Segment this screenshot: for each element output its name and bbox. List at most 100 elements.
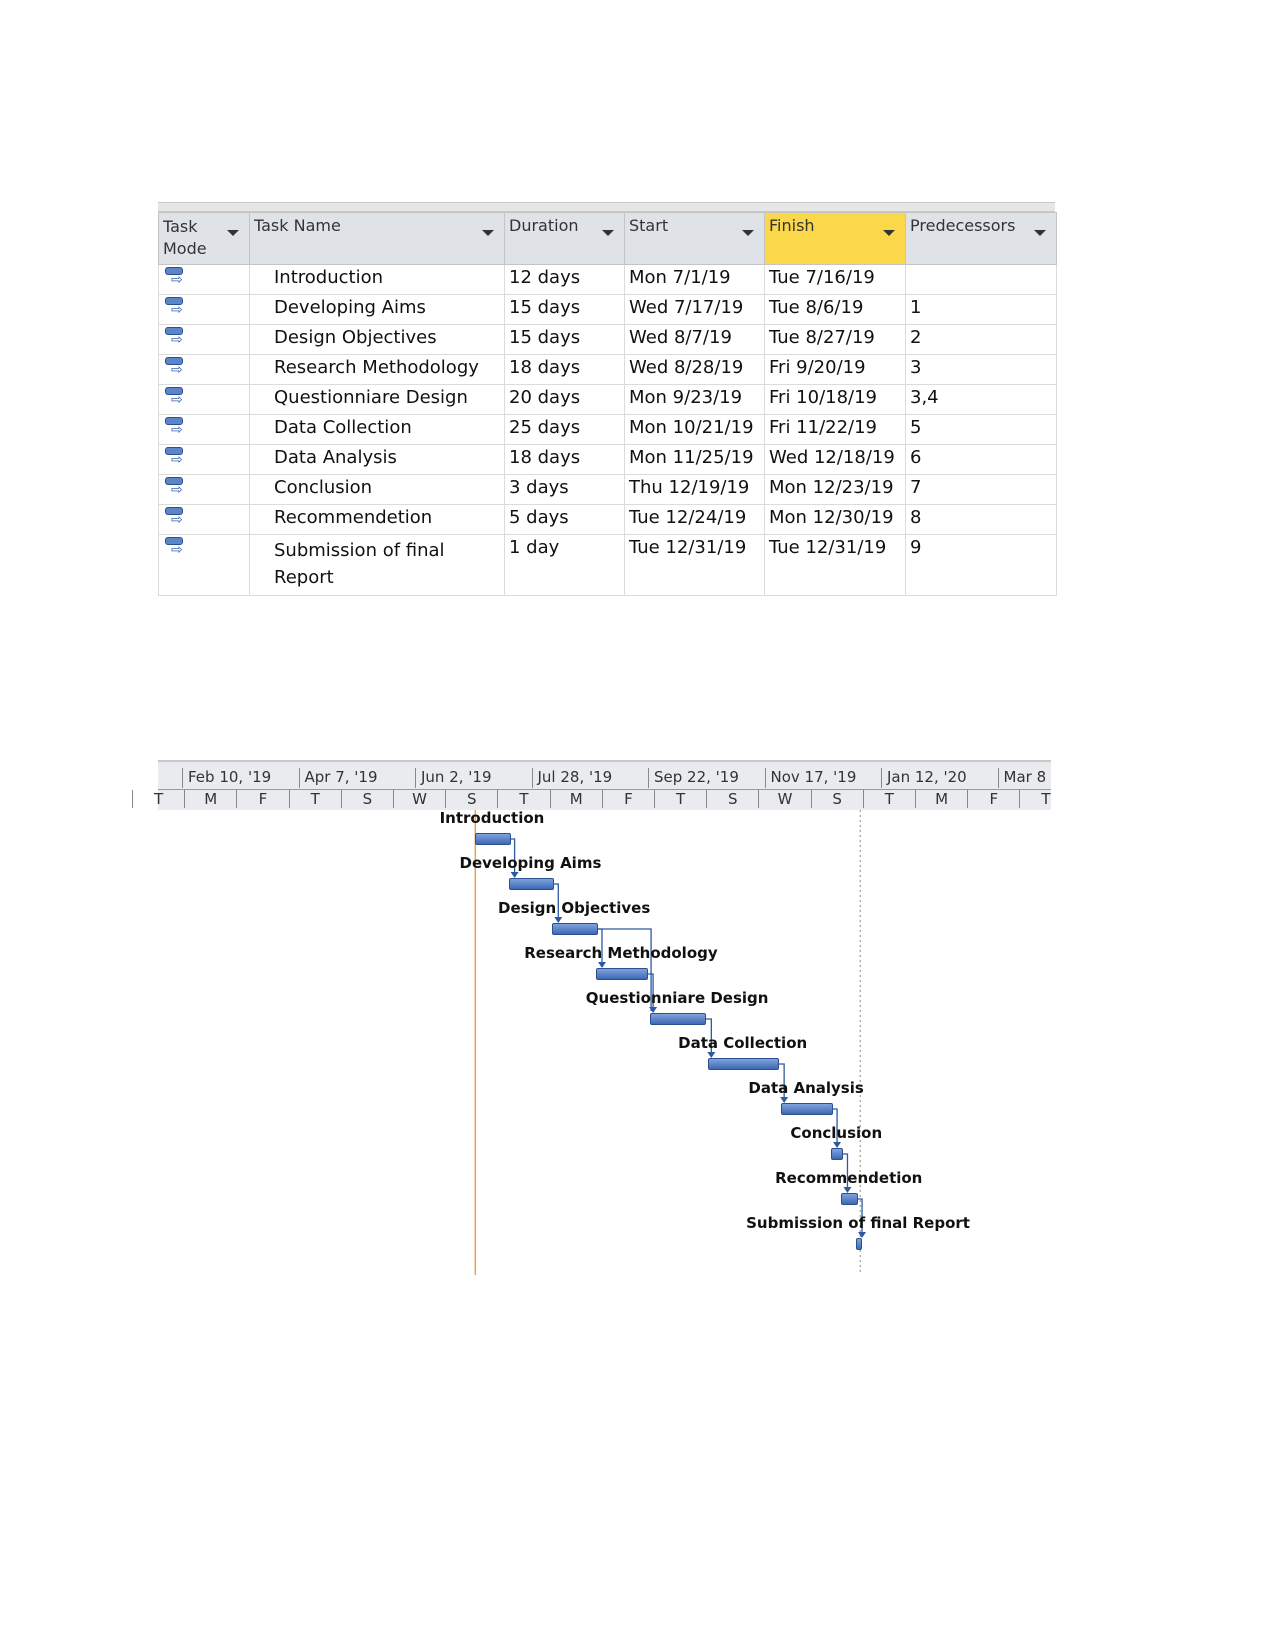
column-header-task-mode[interactable]: Task Mode: [158, 212, 250, 265]
start-cell[interactable]: Thu 12/19/19: [624, 474, 765, 505]
gantt-bar[interactable]: [781, 1103, 834, 1115]
gantt-bar-label: Data Collection: [678, 1034, 808, 1052]
start-cell[interactable]: Wed 7/17/19: [624, 294, 765, 325]
start-cell[interactable]: Mon 10/21/19: [624, 414, 765, 445]
duration-cell[interactable]: 18 days: [504, 444, 625, 475]
finish-cell[interactable]: Mon 12/23/19: [764, 474, 906, 505]
task-mode-cell[interactable]: ⇨: [158, 534, 250, 596]
gantt-bar[interactable]: [856, 1238, 863, 1250]
task-mode-cell[interactable]: ⇨: [158, 474, 250, 505]
finish-cell[interactable]: Fri 10/18/19: [764, 384, 906, 415]
table-row[interactable]: ⇨ Introduction 12 days Mon 7/1/19 Tue 7/16/1…: [158, 264, 1057, 295]
table-row[interactable]: ⇨ Conclusion 3 days Thu 12/19/19 Mon 12/23/1…: [158, 474, 1057, 505]
predecessors-cell[interactable]: 6: [905, 444, 1057, 475]
column-header-task-name[interactable]: Task Name: [249, 212, 505, 265]
table-row[interactable]: ⇨ Design Objectives 15 days Wed 8/7/19 Tue 8…: [158, 324, 1057, 355]
task-name-cell[interactable]: Data Analysis: [249, 444, 505, 475]
predecessors-cell[interactable]: 2: [905, 324, 1057, 355]
table-row[interactable]: ⇨ Submission of final Report 1 day Tue 12/3…: [158, 534, 1057, 596]
task-mode-cell[interactable]: ⇨: [158, 504, 250, 535]
auto-scheduled-icon: ⇨: [163, 357, 189, 381]
gantt-bar[interactable]: [595, 968, 648, 980]
start-cell[interactable]: Tue 12/24/19: [624, 504, 765, 535]
gantt-bar-label: Introduction: [439, 809, 545, 827]
predecessors-cell[interactable]: 3,4: [905, 384, 1057, 415]
finish-cell[interactable]: Tue 12/31/19: [764, 534, 906, 596]
column-header-start[interactable]: Start: [624, 212, 765, 265]
gantt-bar-label: Developing Aims: [459, 854, 602, 872]
column-header-label: Task Name: [254, 216, 341, 235]
task-mode-cell[interactable]: ⇨: [158, 444, 250, 475]
task-mode-cell[interactable]: ⇨: [158, 264, 250, 295]
finish-cell[interactable]: Fri 9/20/19: [764, 354, 906, 385]
table-row[interactable]: ⇨ Developing Aims 15 days Wed 7/17/19 Tue 8/…: [158, 294, 1057, 325]
finish-cell[interactable]: Tue 7/16/19: [764, 264, 906, 295]
dropdown-arrow-icon[interactable]: [1034, 230, 1046, 236]
dropdown-arrow-icon[interactable]: [602, 230, 614, 236]
task-name-cell[interactable]: Introduction: [249, 264, 505, 295]
predecessors-cell[interactable]: 5: [905, 414, 1057, 445]
predecessors-cell[interactable]: 7: [905, 474, 1057, 505]
duration-cell[interactable]: 25 days: [504, 414, 625, 445]
task-name-cell[interactable]: Conclusion: [249, 474, 505, 505]
gantt-bar[interactable]: [475, 833, 511, 845]
auto-scheduled-icon: ⇨: [163, 297, 189, 321]
table-row[interactable]: ⇨ Research Methodology 18 days Wed 8/28/19 F…: [158, 354, 1057, 385]
gantt-bar[interactable]: [552, 923, 598, 935]
duration-cell[interactable]: 20 days: [504, 384, 625, 415]
duration-cell[interactable]: 18 days: [504, 354, 625, 385]
column-header-predecessors[interactable]: Predecessors: [905, 212, 1057, 265]
task-mode-cell[interactable]: ⇨: [158, 384, 250, 415]
gantt-bar[interactable]: [650, 1013, 707, 1025]
dropdown-arrow-icon[interactable]: [883, 230, 895, 236]
table-row[interactable]: ⇨ Data Analysis 18 days Mon 11/25/19 Wed 12/…: [158, 444, 1057, 475]
task-name-cell[interactable]: Research Methodology: [249, 354, 505, 385]
task-name-cell[interactable]: Data Collection: [249, 414, 505, 445]
gantt-bar[interactable]: [708, 1058, 779, 1070]
start-cell[interactable]: Wed 8/28/19: [624, 354, 765, 385]
task-name-cell[interactable]: Submission of final Report: [249, 534, 505, 596]
duration-cell[interactable]: 3 days: [504, 474, 625, 505]
start-cell[interactable]: Mon 11/25/19: [624, 444, 765, 475]
task-mode-cell[interactable]: ⇨: [158, 414, 250, 445]
column-header-finish[interactable]: Finish: [764, 212, 906, 265]
task-name-cell[interactable]: Developing Aims: [249, 294, 505, 325]
auto-scheduled-icon: ⇨: [163, 387, 189, 411]
start-cell[interactable]: Mon 9/23/19: [624, 384, 765, 415]
duration-cell[interactable]: 12 days: [504, 264, 625, 295]
finish-cell[interactable]: Tue 8/27/19: [764, 324, 906, 355]
gantt-bar-label: Questionniare Design: [585, 989, 769, 1007]
gantt-bar[interactable]: [508, 878, 555, 890]
column-header-duration[interactable]: Duration: [504, 212, 625, 265]
dropdown-arrow-icon[interactable]: [742, 230, 754, 236]
table-row[interactable]: ⇨ Data Collection 25 days Mon 10/21/19 Fri 1…: [158, 414, 1057, 445]
duration-cell[interactable]: 15 days: [504, 324, 625, 355]
task-mode-cell[interactable]: ⇨: [158, 324, 250, 355]
task-mode-cell[interactable]: ⇨: [158, 294, 250, 325]
dropdown-arrow-icon[interactable]: [482, 230, 494, 236]
finish-cell[interactable]: Tue 8/6/19: [764, 294, 906, 325]
duration-cell[interactable]: 5 days: [504, 504, 625, 535]
predecessors-cell[interactable]: 8: [905, 504, 1057, 535]
finish-cell[interactable]: Fri 11/22/19: [764, 414, 906, 445]
duration-cell[interactable]: 15 days: [504, 294, 625, 325]
predecessors-cell[interactable]: [905, 264, 1057, 295]
task-name-cell[interactable]: Design Objectives: [249, 324, 505, 355]
table-row[interactable]: ⇨ Recommendetion 5 days Tue 12/24/19 Mon 12/…: [158, 504, 1057, 535]
task-name-cell[interactable]: Questionniare Design: [249, 384, 505, 415]
predecessors-cell[interactable]: 1: [905, 294, 1057, 325]
duration-cell[interactable]: 1 day: [504, 534, 625, 596]
finish-cell[interactable]: Wed 12/18/19: [764, 444, 906, 475]
start-cell[interactable]: Mon 7/1/19: [624, 264, 765, 295]
gantt-bar[interactable]: [831, 1148, 844, 1160]
predecessors-cell[interactable]: 9: [905, 534, 1057, 596]
gantt-bar[interactable]: [841, 1193, 859, 1205]
start-cell[interactable]: Tue 12/31/19: [624, 534, 765, 596]
finish-cell[interactable]: Mon 12/30/19: [764, 504, 906, 535]
task-name-cell[interactable]: Recommendetion: [249, 504, 505, 535]
dropdown-arrow-icon[interactable]: [227, 230, 239, 236]
table-row[interactable]: ⇨ Questionniare Design 20 days Mon 9/23/19 F…: [158, 384, 1057, 415]
predecessors-cell[interactable]: 3: [905, 354, 1057, 385]
task-mode-cell[interactable]: ⇨: [158, 354, 250, 385]
start-cell[interactable]: Wed 8/7/19: [624, 324, 765, 355]
